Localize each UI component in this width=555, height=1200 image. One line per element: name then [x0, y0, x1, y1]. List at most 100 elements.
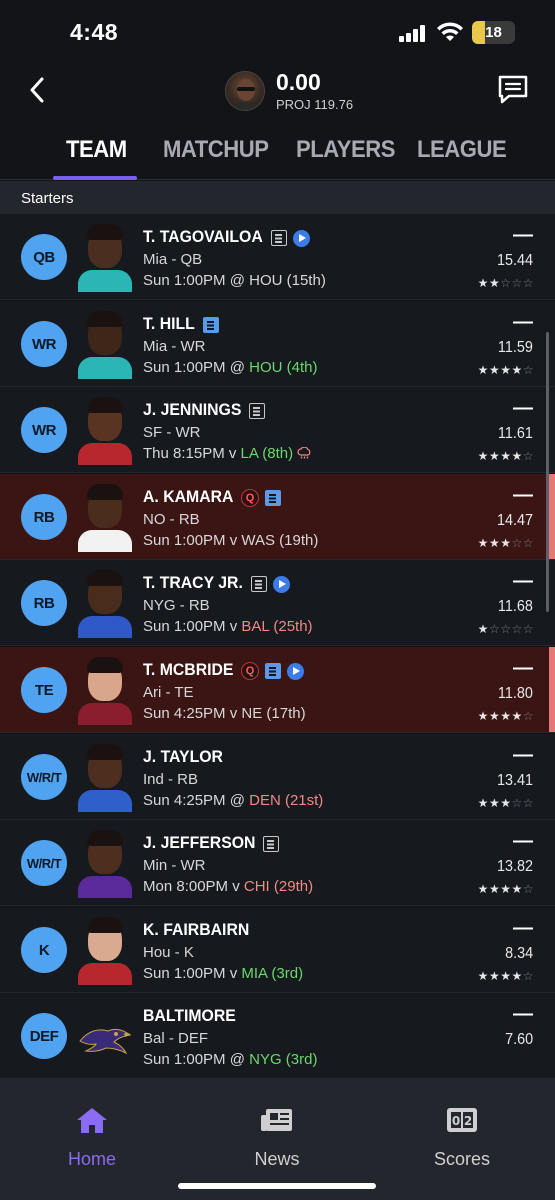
player-headshot [78, 828, 132, 898]
player-name[interactable]: T. TRACY JR. [143, 573, 243, 593]
player-points: — [513, 830, 533, 852]
player-team-position: Min - WR [143, 857, 206, 874]
news-icon[interactable] [265, 663, 281, 679]
injury-indicator [549, 647, 555, 732]
player-team-position: NO - RB [143, 511, 200, 528]
player-name[interactable]: J. JEFFERSON [143, 833, 255, 853]
status-bar: 4:48 18 [0, 0, 555, 60]
scrollbar[interactable] [546, 332, 549, 612]
player-status-icons [271, 229, 310, 247]
position-badge[interactable]: RB [21, 580, 67, 626]
player-projection: 13.41 [496, 772, 533, 789]
game-time: Sun 1:00PM @ [143, 1051, 250, 1068]
player-team-position: Ari - TE [143, 684, 194, 701]
position-badge[interactable]: QB [21, 234, 67, 280]
team-avatar[interactable] [225, 71, 265, 111]
back-button[interactable] [22, 72, 52, 108]
player-status-icons: Q [241, 489, 281, 507]
rain-cloud-icon [297, 447, 311, 459]
player-name[interactable]: J. TAYLOR [143, 747, 223, 767]
team-header: 0.00 PROJ 119.76 [0, 60, 555, 120]
position-badge[interactable]: WR [21, 407, 67, 453]
nav-home[interactable]: Home [32, 1106, 152, 1170]
player-name[interactable]: BALTIMORE [143, 1006, 236, 1026]
game-info: Sun 1:00PM @ HOU (4th) [143, 359, 317, 376]
video-play-icon[interactable] [273, 575, 290, 593]
player-name[interactable]: T. TAGOVAILOA [143, 227, 263, 247]
game-info: Sun 1:00PM @ NYG (3rd) [143, 1051, 317, 1068]
position-badge[interactable]: W/R/T [21, 840, 67, 886]
player-points: — [513, 657, 533, 679]
opponent-rank: NYG (3rd) [249, 1051, 318, 1068]
player-name[interactable]: T. MCBRIDE [143, 660, 233, 680]
player-row[interactable]: W/R/T J. TAYLOR Ind - RB Sun 4:25PM @ DEN … [0, 734, 555, 820]
player-row[interactable]: WR T. HILL Mia - WR Sun 1:00PM @ HOU (4th)… [0, 301, 555, 387]
player-row[interactable]: K K. FAIRBAIRN Hou - K Sun 1:00PM v MIA (3… [0, 907, 555, 993]
position-badge[interactable]: WR [21, 321, 67, 367]
game-time: Mon 8:00PM v [143, 878, 244, 895]
player-headshot [78, 222, 132, 292]
player-projection: 8.34 [504, 945, 533, 962]
news-icon[interactable] [271, 230, 287, 246]
tab-players[interactable]: PLAYERS [296, 136, 396, 164]
nav-news[interactable]: News [217, 1106, 337, 1170]
player-points: — [513, 744, 533, 766]
tab-matchup[interactable]: MATCHUP [163, 136, 269, 164]
signal-icon [399, 24, 427, 42]
position-badge[interactable]: TE [21, 667, 67, 713]
questionable-icon[interactable]: Q [241, 489, 259, 507]
opponent-rank: HOU (15th) [249, 272, 326, 289]
scoreboard-icon: 0 2 [447, 1108, 477, 1132]
player-row[interactable]: RB T. TRACY JR. NYG - RB Sun 1:00PM v BAL … [0, 560, 555, 646]
game-time: Sun 1:00PM v [143, 532, 242, 549]
player-headshot [78, 482, 132, 552]
player-status-icons [263, 835, 279, 853]
news-icon[interactable] [251, 576, 267, 592]
game-info: Sun 1:00PM v WAS (19th) [143, 532, 318, 549]
player-rating-stars: ★★☆☆☆ [477, 276, 534, 290]
position-badge[interactable]: DEF [21, 1013, 67, 1059]
news-icon[interactable] [263, 836, 279, 852]
player-rating-stars: ★★★☆☆ [477, 536, 534, 550]
bench-section-peek [0, 1078, 555, 1092]
player-name[interactable]: J. JENNINGS [143, 400, 241, 420]
tab-league[interactable]: LEAGUE [417, 136, 507, 164]
news-icon[interactable] [249, 403, 265, 419]
player-row[interactable]: DEF BALTIMORE Bal - DEF Sun 1:00PM @ NYG (… [0, 993, 555, 1079]
player-team-position: Hou - K [143, 944, 194, 961]
player-points: — [513, 1003, 533, 1025]
ravens-logo-icon [79, 1028, 132, 1055]
opponent-rank: MIA (3rd) [241, 965, 304, 982]
news-icon[interactable] [203, 317, 219, 333]
video-play-icon[interactable] [293, 229, 310, 247]
tab-team[interactable]: TEAM [66, 136, 127, 164]
status-time: 4:48 [70, 19, 119, 45]
position-badge[interactable]: W/R/T [21, 754, 67, 800]
nav-home-label: Home [67, 1149, 116, 1169]
player-projection: 11.68 [498, 598, 533, 615]
player-row[interactable]: WR J. JENNINGS SF - WR Thu 8:15PM v LA (8t… [0, 387, 555, 473]
nav-scores[interactable]: 0 2 Scores [402, 1106, 522, 1170]
player-row[interactable]: RB A. KAMARA Q NO - RB Sun 1:00PM v WAS (19… [0, 474, 555, 560]
player-name[interactable]: K. FAIRBAIRN [143, 920, 249, 940]
video-play-icon[interactable] [287, 662, 304, 680]
game-info: Sun 4:25PM v NE (17th) [143, 705, 306, 722]
chat-icon[interactable] [496, 72, 530, 106]
opponent-rank: HOU (4th) [249, 359, 318, 376]
injury-indicator [549, 474, 555, 559]
player-headshot [78, 655, 132, 725]
svg-text:2: 2 [464, 1114, 472, 1128]
news-icon[interactable] [265, 490, 281, 506]
player-row[interactable]: TE T. MCBRIDE Q Ari - TE Sun 4:25PM v NE (1… [0, 647, 555, 733]
questionable-icon[interactable]: Q [241, 662, 259, 680]
player-row[interactable]: QB T. TAGOVAILOA Mia - QB Sun 1:00PM @ HOU… [0, 214, 555, 300]
nav-news-label: News [254, 1149, 300, 1169]
player-headshot [78, 395, 132, 465]
active-tab-indicator [53, 176, 137, 180]
player-projection: 13.82 [496, 858, 533, 875]
position-badge[interactable]: RB [21, 494, 67, 540]
position-badge[interactable]: K [21, 927, 67, 973]
player-row[interactable]: W/R/T J. JEFFERSON Min - WR Mon 8:00PM v C… [0, 820, 555, 906]
player-name[interactable]: A. KAMARA [143, 487, 233, 507]
player-name[interactable]: T. HILL [143, 314, 195, 334]
